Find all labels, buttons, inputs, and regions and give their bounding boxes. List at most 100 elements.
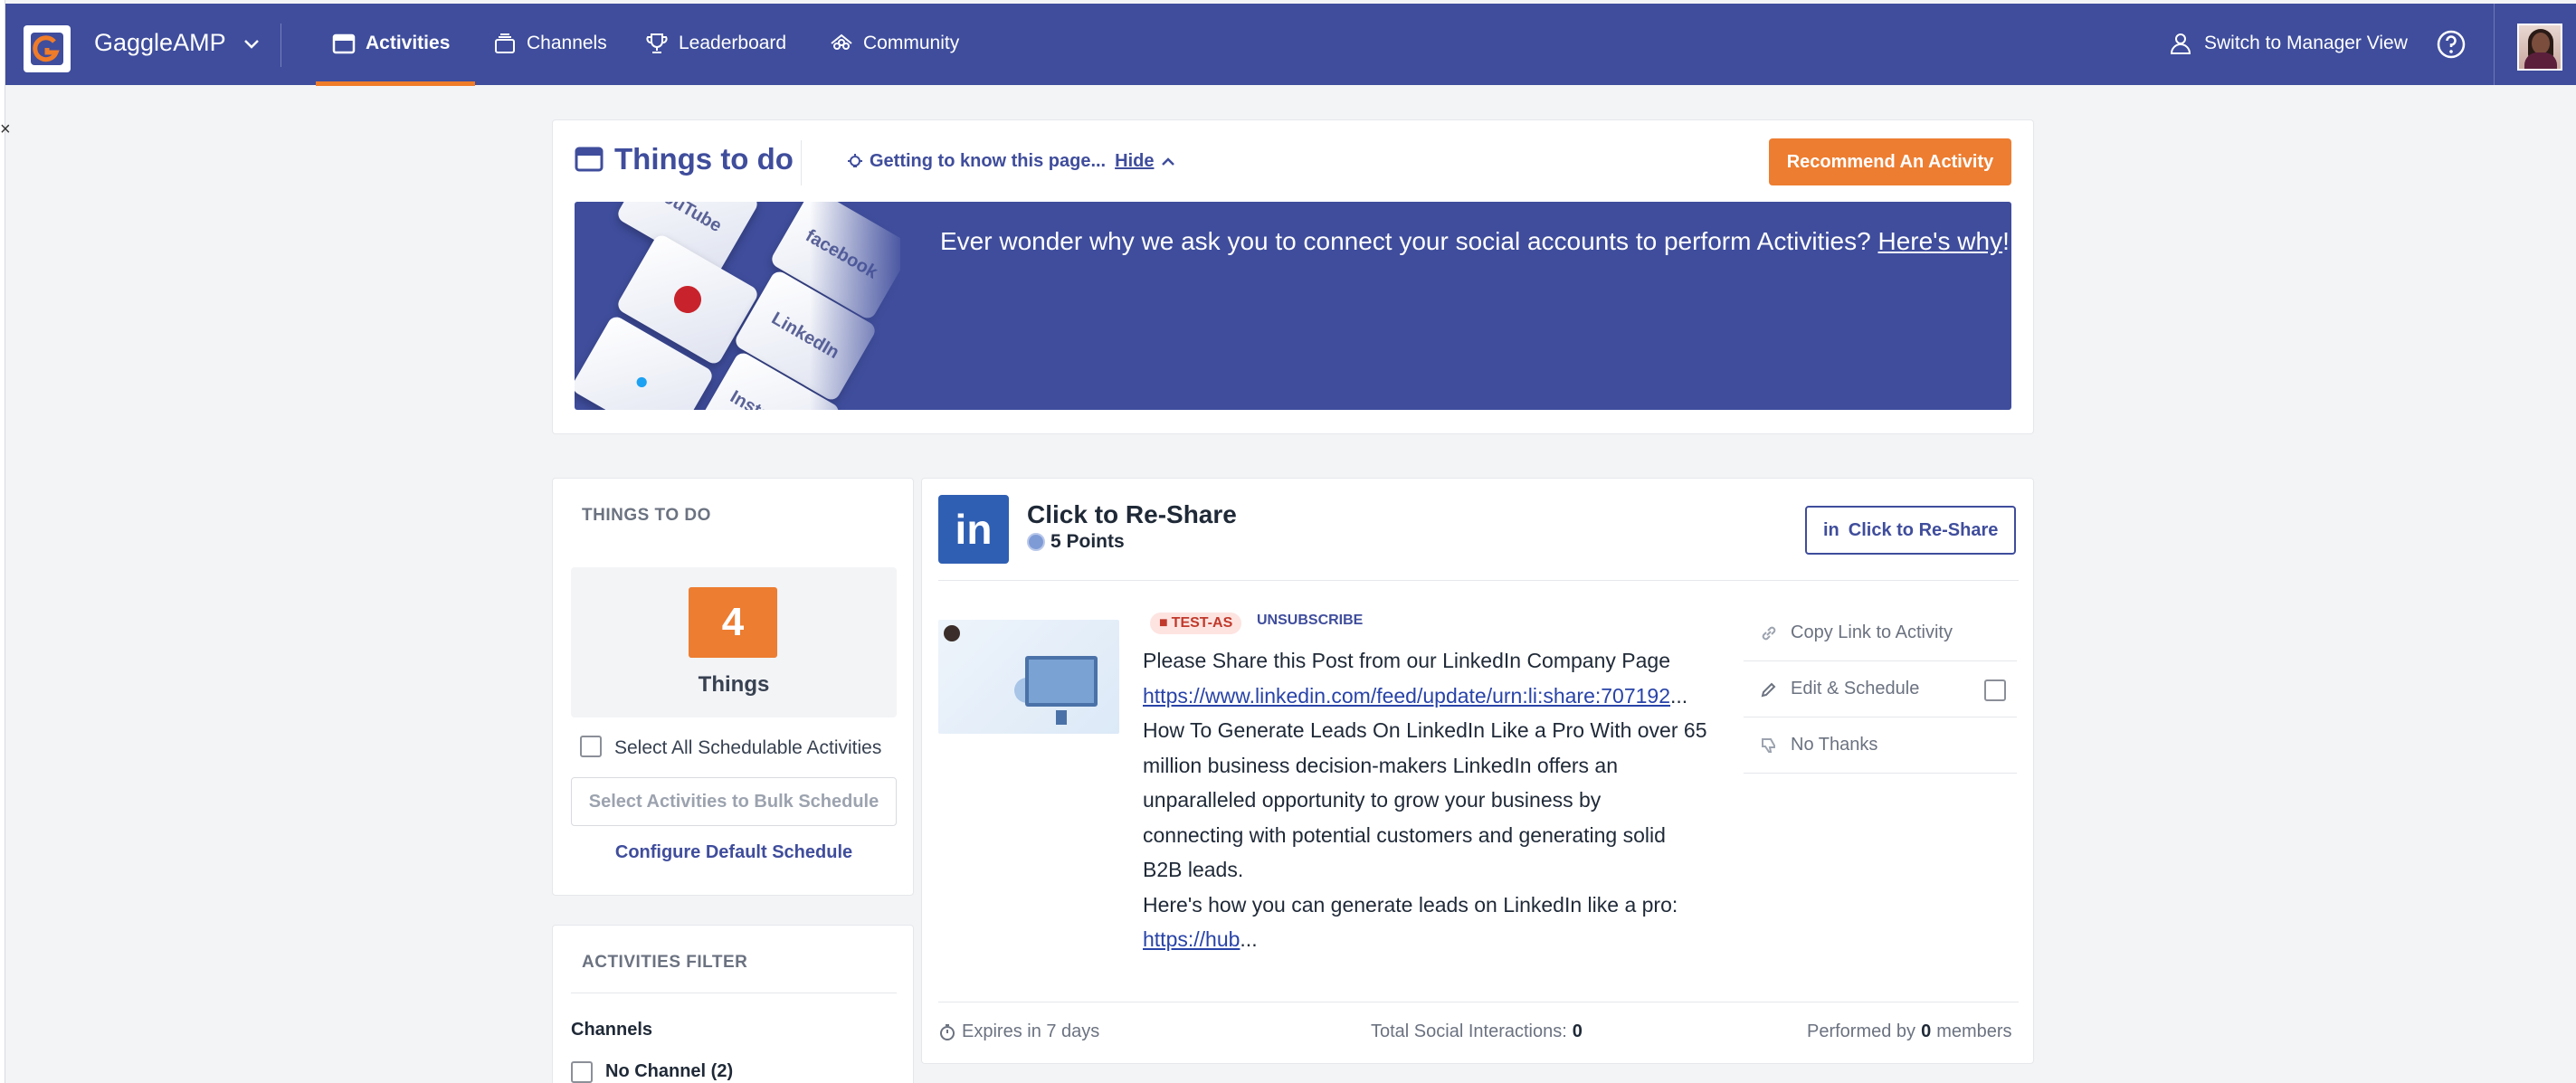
activity-side-actions: Copy Link to Activity Edit & Schedule No…	[1744, 605, 2017, 774]
things-count-label: Things	[698, 672, 770, 697]
things-to-do-header-card: Things to do Getting to know this page..…	[552, 119, 2034, 434]
community-icon	[831, 33, 852, 50]
heres-why-link[interactable]: Here's why	[1877, 227, 2002, 255]
configure-default-schedule-link[interactable]: Configure Default Schedule	[553, 842, 915, 863]
brand-name: GaggleAMP	[94, 29, 226, 56]
brand-switcher[interactable]: GaggleAMP	[94, 29, 261, 57]
description-line: B2B leads.	[1143, 858, 1244, 881]
calendar-icon	[332, 33, 356, 54]
no-thanks-action[interactable]: No Thanks	[1744, 717, 2017, 774]
points-label: 5 Points	[1050, 531, 1125, 552]
activity-share-link[interactable]: https://www.linkedin.com/feed/update/urn…	[1143, 684, 1670, 708]
things-count-badge: 4	[689, 587, 777, 658]
sidebar-section-label: THINGS TO DO	[582, 506, 711, 525]
nav-leaderboard-label: Leaderboard	[679, 33, 787, 53]
getting-to-know-label: Getting to know this page...	[870, 151, 1107, 171]
nav-leaderboard[interactable]: Leaderboard	[644, 31, 786, 56]
description-line: Here's how you can generate leads on Lin…	[1143, 892, 1678, 917]
activity-card: in Click to Re-Share 5 Points in Click t…	[921, 478, 2034, 1064]
calendar-icon	[575, 147, 604, 172]
instagram-tile-label: Instagram	[727, 386, 812, 410]
header-divider	[801, 140, 802, 185]
page-title-text: Things to do	[614, 142, 794, 176]
performed-by-info: Performed by 0 members	[1807, 1021, 2012, 1042]
social-accounts-banner: YouTube facebook LinkedIn ● Instagram Ev…	[575, 202, 2011, 410]
copy-link-action[interactable]: Copy Link to Activity	[1744, 605, 2017, 661]
activity-thumbnail	[938, 620, 1119, 734]
description-line: How To Generate Leads On LinkedIn Like a…	[1143, 718, 1707, 742]
stopwatch-icon	[940, 1023, 955, 1040]
edge-close-icon[interactable]: ×	[0, 119, 11, 140]
lightbulb-icon	[848, 153, 862, 167]
filter-section-label: ACTIVITIES FILTER	[582, 953, 748, 972]
help-icon[interactable]	[2436, 29, 2467, 60]
switch-manager-view-link[interactable]: Switch to Manager View	[2168, 31, 2408, 56]
twitter-icon: ●	[629, 365, 656, 396]
activity-title: Click to Re-Share	[1027, 500, 1237, 528]
nav-activities[interactable]: Activities	[331, 31, 450, 56]
reshare-button-label: Click to Re-Share	[1848, 519, 1999, 540]
no-channel-checkbox[interactable]	[571, 1061, 593, 1083]
interactions-value: 0	[1572, 1021, 1583, 1041]
tag-label: TEST-AS	[1171, 615, 1233, 631]
hide-link[interactable]: Hide	[1115, 151, 1154, 172]
youtube-tile-label: YouTube	[650, 202, 726, 236]
nav-channels-label: Channels	[527, 33, 607, 53]
chevron-up-icon	[1162, 157, 1175, 166]
active-tab-indicator	[316, 81, 475, 86]
nav-activities-label: Activities	[366, 33, 451, 53]
description-line: connecting with potential customers and …	[1143, 822, 1666, 847]
nav-divider	[280, 24, 281, 67]
thumbs-down-icon	[1762, 737, 1775, 753]
briefcase-icon: ■	[1159, 615, 1168, 631]
activity-points: 5 Points	[1027, 531, 1125, 553]
top-navbar: GaggleAMP Activities Channels Leaderboar…	[5, 4, 2576, 86]
description-line: Please Share this Post from our LinkedIn…	[1143, 649, 1670, 672]
click-to-reshare-button[interactable]: in Click to Re-Share	[1805, 506, 2017, 555]
hub-link[interactable]: https://hub	[1143, 927, 1240, 951]
channels-filter-label: Channels	[571, 1020, 653, 1040]
stack-icon	[495, 33, 515, 53]
select-all-checkbox[interactable]	[580, 736, 602, 757]
unsubscribe-link[interactable]: UNSUBSCRIBE	[1257, 613, 1363, 629]
performed-prefix: Performed by	[1807, 1021, 1916, 1041]
window-edge	[0, 0, 5, 1083]
manager-view-label: Switch to Manager View	[2204, 33, 2408, 53]
nav-community-label: Community	[863, 33, 960, 53]
avatar[interactable]	[2517, 24, 2562, 71]
expires-info: Expires in 7 days	[938, 1021, 1099, 1042]
nav-divider-right	[2494, 4, 2495, 85]
expires-label: Expires in 7 days	[962, 1021, 1100, 1041]
nav-community[interactable]: Community	[829, 31, 959, 56]
user-icon	[2170, 33, 2191, 54]
recommend-activity-button[interactable]: Recommend An Activity	[1769, 138, 2011, 185]
things-to-do-sidebar: THINGS TO DO 4 Things Select All Schedul…	[552, 478, 914, 896]
getting-to-know-toggle[interactable]: Getting to know this page... Hide	[846, 151, 1177, 172]
tag-badge: ■ TEST-AS	[1150, 613, 1242, 634]
no-thanks-label: No Thanks	[1791, 735, 1878, 755]
description-line: unparalleled opportunity to grow your bu…	[1143, 788, 1602, 812]
no-channel-label: No Channel (2)	[605, 1061, 734, 1081]
pencil-icon	[1761, 682, 1776, 697]
trophy-icon	[646, 33, 668, 53]
social-interactions-info: Total Social Interactions: 0	[1371, 1021, 1583, 1042]
bulk-schedule-button[interactable]: Select Activities to Bulk Schedule	[571, 777, 897, 826]
points-icon	[1027, 533, 1045, 551]
gaggleamp-logo-icon[interactable]	[24, 25, 71, 72]
copy-link-label: Copy Link to Activity	[1791, 622, 1953, 642]
chevron-down-icon	[243, 39, 259, 49]
activity-description: Please Share this Post from our LinkedIn…	[1143, 643, 1722, 957]
nav-channels[interactable]: Channels	[492, 31, 607, 56]
banner-text: Ever wonder why we ask you to connect yo…	[940, 227, 1871, 255]
description-line: million business decision-makers LinkedI…	[1143, 753, 1619, 777]
edit-schedule-action[interactable]: Edit & Schedule	[1744, 661, 2017, 717]
banner-message: Ever wonder why we ask you to connect yo…	[940, 227, 2010, 255]
link-icon	[1762, 626, 1776, 640]
performed-suffix: members	[1936, 1021, 2012, 1041]
linkedin-icon: in	[1823, 519, 1839, 540]
page-title: Things to do	[575, 142, 794, 176]
pinterest-icon	[669, 280, 707, 318]
interactions-label: Total Social Interactions:	[1371, 1021, 1567, 1041]
edit-schedule-label: Edit & Schedule	[1791, 679, 1920, 698]
activity-select-checkbox[interactable]	[1984, 679, 2006, 701]
